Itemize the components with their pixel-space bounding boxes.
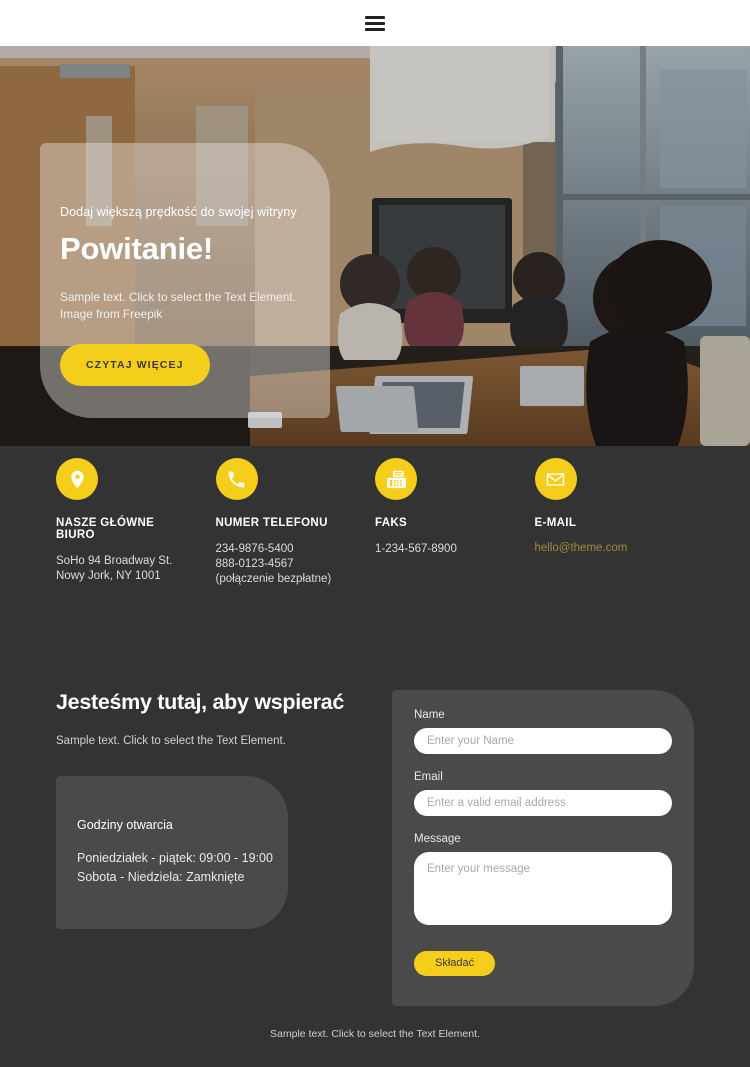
message-textarea[interactable] [414,851,672,925]
hamburger-bar [365,15,385,19]
name-input[interactable] [414,727,672,754]
contact-column-office: NASZE GŁÓWNE BIURO SoHo 94 Broadway St. … [56,458,216,588]
phone-icon [215,458,258,500]
opening-hours-card: Godziny otwarcia Poniedziałek - piątek: … [56,776,288,930]
hero-title: Powitanie! [60,231,214,266]
contact-form-card: Name Email Message Składać [392,689,694,1006]
message-field-label: Message [414,832,461,845]
contact-column-fax: FAKS 1-234-567-8900 [375,458,535,588]
name-field-label: Name [414,708,445,721]
hamburger-icon[interactable] [365,15,385,31]
email-field-label: Email [414,770,443,783]
fax-icon [375,458,417,500]
hamburger-bar [365,27,385,31]
hamburger-bar [365,21,385,25]
support-subtitle: Sample text. Click to select the Text El… [56,734,286,747]
hero-section: Dodaj większą prędkość do swojej witryny… [0,46,750,446]
contact-column-phone: NUMER TELEFONU 234-9876-5400 888-0123-45… [215,458,376,588]
email-link[interactable]: hello@theme.com [535,542,628,554]
contact-title: NASZE GŁÓWNE BIURO [56,517,155,541]
contact-column-email: E-MAIL hello@theme.com [534,458,695,588]
envelope-icon [534,458,577,500]
page-root: Dodaj większą prędkość do swojej witryny… [0,0,750,1067]
contact-line-1: SoHo 94 Broadway St. [56,555,173,567]
support-left-column: Jesteśmy tutaj, aby wspierać Sample text… [56,690,392,1006]
contact-info-strip: NASZE GŁÓWNE BIURO SoHo 94 Broadway St. … [0,446,750,588]
contact-title: E-MAIL [534,517,577,529]
footer-text: Sample text. Click to select the Text El… [270,1028,480,1040]
contact-title: FAKS [375,517,408,529]
read-more-button[interactable]: CZYTAJ WIĘCEJ [60,343,210,386]
email-input[interactable] [414,789,672,816]
site-header [0,0,750,46]
contact-line-1: 234-9876-5400 [215,543,294,555]
hero-description: Sample text. Click to select the Text El… [60,290,296,321]
opening-hours-title: Godziny otwarcia [77,818,173,833]
hero-content-card: Dodaj większą prędkość do swojej witryny… [40,143,330,418]
contact-line-2: Nowy Jork, NY 1001 [56,570,161,583]
map-pin-icon [56,458,98,500]
contact-line-2: 888-0123-4567 (połączenie bezpłatne) [215,558,332,586]
support-section: Jesteśmy tutaj, aby wspierać Sample text… [0,689,750,1006]
opening-hours-weekend: Sobota - Niedziela: Zamknięte [77,869,245,884]
submit-button[interactable]: Składać [414,950,496,976]
opening-hours-weekdays: Poniedziałek - piątek: 09:00 - 19:00 [77,851,273,866]
site-footer: Sample text. Click to select the Text El… [0,1028,750,1040]
contact-line-1: 1-234-567-8900 [375,543,457,555]
hero-kicker: Dodaj większą prędkość do swojej witryny [60,205,297,219]
support-title: Jesteśmy tutaj, aby wspierać [56,689,344,714]
contact-title: NUMER TELEFONU [215,517,328,529]
